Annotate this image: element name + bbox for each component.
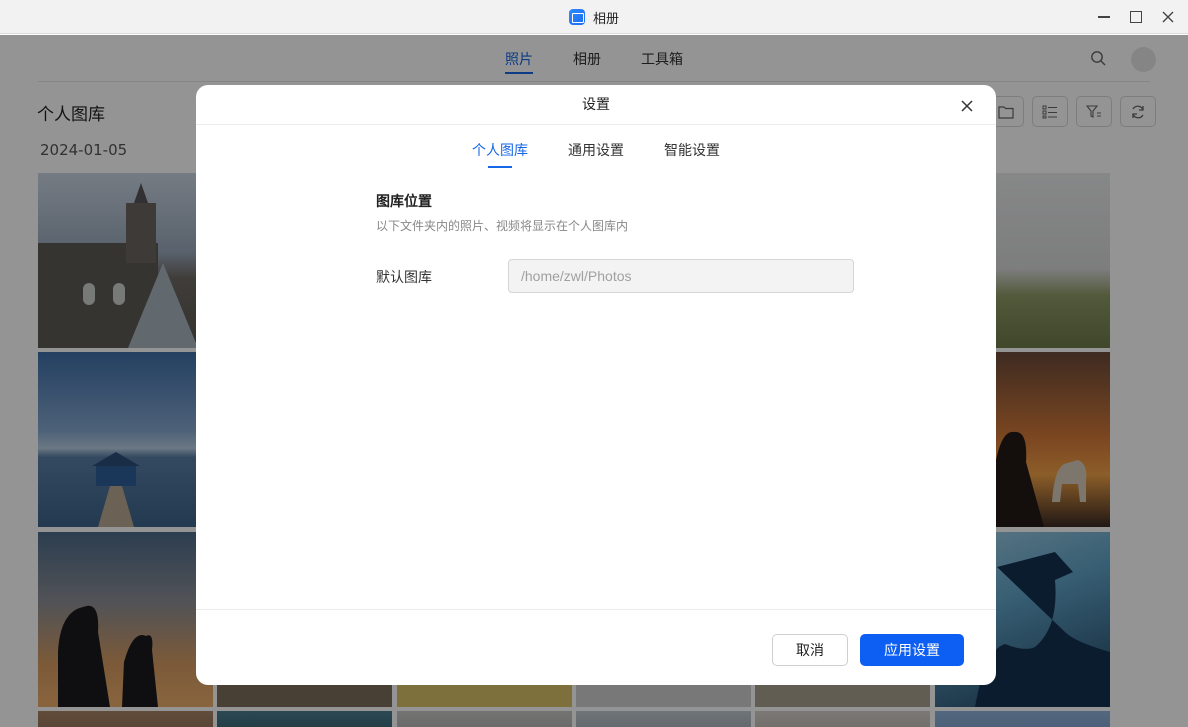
window-title-area: 相册: [0, 0, 1188, 34]
cancel-button[interactable]: 取消: [772, 634, 848, 666]
maximize-icon: [1130, 11, 1142, 23]
window-close-button[interactable]: [1152, 0, 1184, 34]
tab-smart-settings[interactable]: 智能设置: [664, 130, 720, 170]
window-title: 相册: [592, 11, 619, 27]
section-description: 以下文件夹内的照片、视频将显示在个人图库内: [376, 219, 629, 233]
close-icon: [1162, 11, 1174, 23]
dialog-title: 设置: [582, 97, 610, 113]
photos-app-icon: [568, 9, 585, 25]
tab-general-settings[interactable]: 通用设置: [568, 130, 624, 170]
dialog-close-button[interactable]: [956, 95, 978, 117]
close-icon: [961, 100, 973, 112]
settings-dialog: 设置 个人图库 通用设置 智能设置 图库位置 以下文件夹内的照片、视频将显示在个…: [196, 85, 996, 685]
default-library-path-field[interactable]: [508, 259, 854, 293]
dialog-footer: 取消 应用设置: [196, 609, 996, 685]
section-title: 图库位置: [376, 194, 432, 210]
tab-personal-library[interactable]: 个人图库: [472, 130, 528, 170]
dialog-tabs: 个人图库 通用设置 智能设置: [196, 130, 996, 170]
maximize-button[interactable]: [1120, 0, 1152, 34]
title-bar: 相册: [0, 0, 1188, 34]
apply-settings-button[interactable]: 应用设置: [860, 634, 964, 666]
default-library-label: 默认图库: [376, 270, 432, 286]
dialog-header: 设置: [196, 85, 996, 125]
minimize-button[interactable]: [1088, 0, 1120, 34]
minimize-icon: [1098, 16, 1110, 18]
